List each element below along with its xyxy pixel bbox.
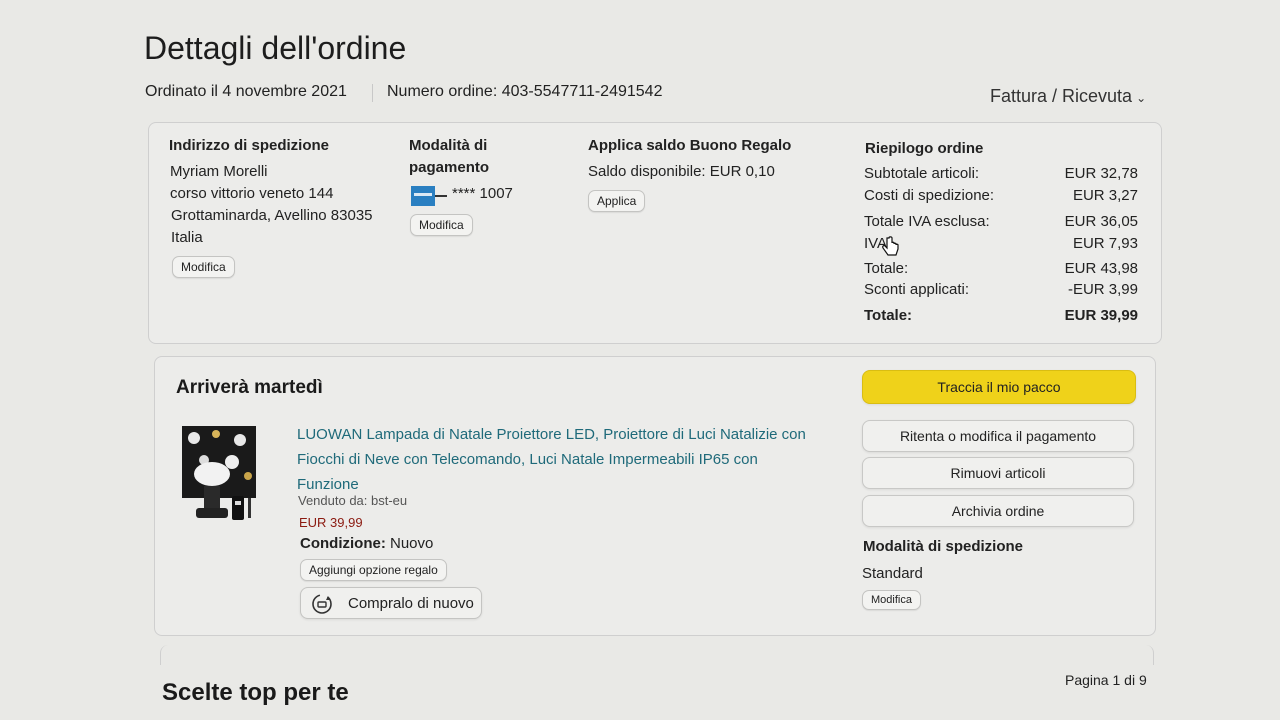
address-street: corso vittorio veneto 144	[170, 185, 334, 202]
top-picks-heading: Scelte top per te	[162, 679, 349, 706]
add-gift-option-button[interactable]: Aggiungi opzione regalo	[300, 559, 447, 581]
chevron-down-icon: ⌄	[1136, 91, 1147, 105]
amex-card-icon	[411, 186, 447, 206]
summary-row: IVA: EUR 7,93	[864, 235, 1138, 252]
track-package-button[interactable]: Traccia il mio pacco	[862, 370, 1136, 404]
remove-items-button[interactable]: Rimuovi articoli	[862, 457, 1134, 489]
payment-heading-line2: pagamento	[409, 159, 490, 176]
edit-shipping-method-button[interactable]: Modifica	[862, 590, 921, 610]
refresh-cart-icon	[312, 594, 332, 614]
order-details-page: Dettagli dell'ordine Ordinato il 4 novem…	[0, 0, 1280, 720]
summary-row: Subtotale articoli: EUR 32,78	[864, 165, 1138, 182]
pagination-indicator: Pagina 1 di 9	[1065, 672, 1147, 688]
retry-payment-button[interactable]: Ritenta o modifica il pagamento	[862, 420, 1134, 452]
divider	[372, 84, 373, 102]
gift-card-heading: Applica saldo Buono Regalo	[588, 137, 792, 154]
card-number: **** 1007	[452, 185, 513, 202]
shipping-method-value: Standard	[862, 565, 923, 582]
gift-balance: Saldo disponibile: EUR 0,10	[588, 163, 775, 180]
item-price: EUR 39,99	[299, 515, 363, 530]
product-title-link[interactable]: LUOWAN Lampada di Natale Proiettore LED,…	[297, 422, 837, 497]
apply-gift-button[interactable]: Applica	[588, 190, 646, 212]
payment-heading-line1: Modalità di	[409, 137, 488, 154]
address-country: Italia	[171, 229, 203, 246]
address-name: Myriam Morelli	[170, 163, 268, 180]
edit-payment-button[interactable]: Modifica	[410, 214, 473, 236]
shipping-method-heading: Modalità di spedizione	[863, 538, 1024, 555]
invoice-dropdown[interactable]: Fattura / Ricevuta ⌄	[990, 86, 1146, 107]
summary-row: Costi di spedizione: EUR 3,27	[864, 187, 1138, 204]
buy-again-label: Compralo di nuovo	[348, 595, 474, 612]
address-city: Grottaminarda, Avellino 83035	[171, 207, 373, 224]
shipping-address-heading: Indirizzo di spedizione	[169, 137, 330, 154]
summary-total-row: Totale: EUR 39,99	[864, 307, 1138, 324]
invoice-label: Fattura / Ricevuta	[990, 86, 1133, 106]
edit-address-button[interactable]: Modifica	[172, 256, 235, 278]
summary-row: Totale: EUR 43,98	[864, 260, 1138, 277]
recommendations-panel-edge	[160, 645, 1154, 665]
summary-row: Totale IVA esclusa: EUR 36,05	[864, 213, 1138, 230]
order-date: Ordinato il 4 novembre 2021	[145, 83, 347, 100]
arrival-heading: Arriverà martedì	[176, 377, 323, 398]
item-condition: Condizione: Nuovo	[300, 535, 434, 552]
page-title: Dettagli dell'ordine	[144, 30, 407, 66]
archive-order-button[interactable]: Archivia ordine	[862, 495, 1134, 527]
product-image[interactable]	[182, 426, 256, 524]
seller-info: Venduto da: bst-eu	[298, 493, 408, 508]
order-number: Numero ordine: 403-5547711-2491542	[387, 83, 663, 100]
hand-cursor-icon	[882, 236, 899, 256]
summary-row: Sconti applicati: -EUR 3,99	[864, 281, 1138, 298]
buy-again-button[interactable]: Compralo di nuovo	[300, 587, 482, 619]
order-summary-heading: Riepilogo ordine	[865, 140, 984, 157]
